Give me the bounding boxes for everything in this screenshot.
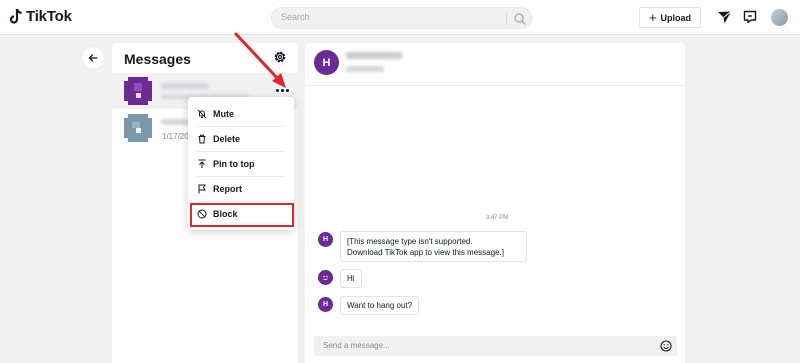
emoji-avatar-icon <box>323 275 328 280</box>
flag-icon <box>198 184 206 194</box>
trash-icon <box>198 134 206 144</box>
menu-item-mute[interactable]: Mute <box>188 102 294 126</box>
chat-panel: H 3:47 PM H [This message type isn't sup… <box>305 43 685 363</box>
arrow-left-icon <box>88 54 98 62</box>
message-text: Hi <box>347 274 355 283</box>
conversation-name <box>161 119 189 125</box>
conversation-avatar <box>124 114 152 142</box>
menu-item-delete[interactable]: Delete <box>188 127 294 151</box>
chat-avatar[interactable]: H <box>314 50 339 75</box>
chat-header: H <box>305 43 685 86</box>
search-bar[interactable]: Search <box>271 7 532 29</box>
message-bubble: Hi <box>340 269 362 288</box>
conversation-name <box>161 83 209 89</box>
pin-icon <box>198 159 206 168</box>
upload-label: Upload <box>660 12 692 23</box>
menu-item-label: Pin to top <box>213 159 255 169</box>
message-bubble: Want to hang out? <box>340 296 420 315</box>
inbox-icon[interactable] <box>743 10 757 24</box>
emoji-icon[interactable] <box>660 340 672 352</box>
search-input[interactable]: Search <box>281 12 310 22</box>
message-text: Download TikTok app to view this message… <box>347 248 504 257</box>
more-options-icon[interactable] <box>276 87 290 93</box>
gear-icon[interactable] <box>273 50 287 64</box>
mute-icon <box>197 109 207 119</box>
back-button[interactable] <box>82 47 104 69</box>
search-divider <box>506 12 507 25</box>
tiktok-logo[interactable]: TikTok <box>9 8 72 25</box>
top-bar: TikTok Search + Upload <box>0 0 800 35</box>
upload-button[interactable]: + Upload <box>639 7 701 28</box>
profile-avatar[interactable] <box>771 9 788 26</box>
message-input-placeholder: Send a message... <box>323 341 390 350</box>
send-icon[interactable] <box>717 10 732 25</box>
message-input[interactable]: Send a message... <box>314 336 677 356</box>
search-icon[interactable] <box>513 12 527 26</box>
menu-item-report[interactable]: Report <box>188 177 294 201</box>
conversation-avatar <box>124 77 152 105</box>
chat-handle <box>346 66 384 72</box>
message-avatar[interactable] <box>318 270 333 285</box>
messages-title: Messages <box>124 51 191 67</box>
message-bubble: [This message type isn't supported. Down… <box>340 231 527 262</box>
logo-text: TikTok <box>26 8 72 25</box>
annotation-highlight-box <box>190 203 294 227</box>
message-text: Want to hang out? <box>347 301 413 310</box>
message-avatar[interactable]: H <box>318 297 333 312</box>
menu-item-label: Report <box>213 184 242 194</box>
tiktok-logo-icon <box>9 8 22 24</box>
message-text: [This message type isn't supported. <box>347 237 473 246</box>
message-avatar[interactable]: H <box>318 232 333 247</box>
plus-icon: + <box>648 9 657 25</box>
menu-item-pin[interactable]: Pin to top <box>188 152 294 176</box>
message-timestamp: 3:47 PM <box>485 215 509 221</box>
menu-item-label: Delete <box>213 134 241 144</box>
menu-item-label: Mute <box>213 109 234 119</box>
chat-username[interactable] <box>346 52 402 59</box>
